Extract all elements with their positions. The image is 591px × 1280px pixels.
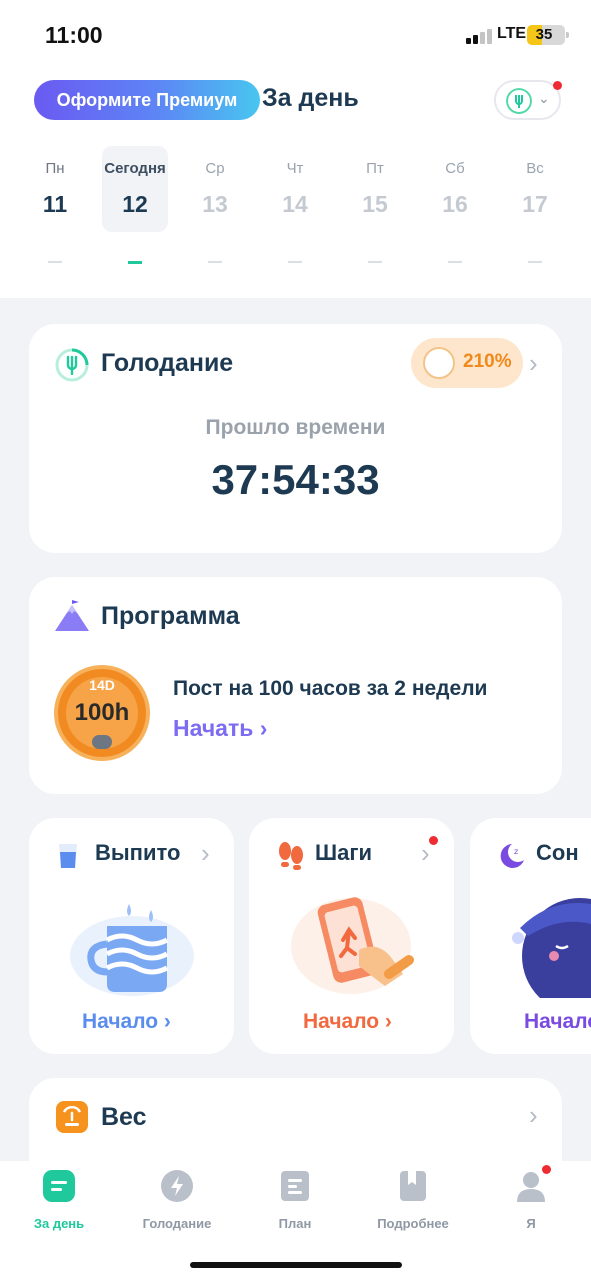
fasting-progress-pill[interactable]: 210% — [411, 338, 523, 388]
day-name: Пт — [366, 160, 384, 177]
water-card[interactable]: Выпито › Начало › — [29, 818, 234, 1054]
plan-icon — [281, 1171, 309, 1201]
elapsed-timer: 37:54:33 — [211, 456, 380, 503]
day-indicator — [48, 261, 62, 263]
program-name: Пост на 100 часов за 2 недели — [173, 677, 488, 700]
day-icon — [43, 1170, 75, 1202]
day-name: Вс — [526, 160, 544, 177]
day-date: 11 — [42, 191, 68, 217]
day-name: Ср — [205, 160, 225, 177]
tab-label: За день — [33, 1216, 85, 1231]
day-name: Сб — [445, 160, 465, 177]
signal-icon — [466, 28, 492, 44]
day-sun[interactable]: Вс 17 — [502, 146, 568, 232]
program-title: Программа — [101, 602, 240, 630]
fasting-progress: 210% — [463, 351, 512, 372]
battery-icon: 35 — [527, 25, 569, 45]
notification-dot — [542, 1165, 551, 1174]
badge-hours: 100h — [74, 699, 130, 726]
day-name: Пн — [45, 160, 65, 177]
day-today[interactable]: Сегодня 12 — [102, 146, 168, 232]
day-indicator — [208, 261, 222, 263]
fasting-card[interactable]: Голодание 210% › Прошло времени 37:54:33 — [29, 324, 562, 553]
tab-plan[interactable]: План — [240, 1169, 350, 1231]
program-card[interactable]: Программа 14D 100h Пост на 100 часов за … — [29, 577, 562, 794]
day-indicator — [448, 261, 462, 263]
day-wed[interactable]: Ср 13 — [182, 146, 248, 232]
sleep-start-link[interactable]: Начало — [524, 1010, 591, 1034]
notification-dot — [553, 81, 562, 90]
day-indicator-active — [128, 261, 142, 264]
glass-icon — [59, 844, 77, 868]
elapsed-label: Прошло времени — [205, 416, 386, 439]
fork-icon — [55, 348, 89, 382]
water-start-link[interactable]: Начало › — [82, 1010, 171, 1034]
fork-icon — [506, 88, 532, 114]
day-fri[interactable]: Пт 15 — [342, 146, 408, 232]
network-label: LTE — [497, 25, 527, 42]
sleeping-moon-illustration — [512, 898, 591, 998]
page-title: За день — [262, 84, 359, 112]
moon-icon: z — [500, 844, 524, 868]
footsteps-icon — [279, 842, 303, 870]
home-indicator — [190, 1262, 402, 1268]
broom-icon — [423, 347, 455, 379]
day-date: 12 — [122, 191, 148, 217]
badge-duration: 14D — [89, 677, 115, 693]
day-thu[interactable]: Чт 14 — [262, 146, 328, 232]
status-time: 11:00 — [45, 22, 103, 48]
tab-label: Голодание — [142, 1216, 212, 1231]
steps-card[interactable]: Шаги › Начало › — [249, 818, 454, 1054]
water-title: Выпито — [95, 840, 181, 865]
tab-label: Я — [526, 1216, 536, 1231]
day-sat[interactable]: Сб 16 — [422, 146, 488, 232]
day-date: 15 — [362, 191, 388, 217]
chevron-right-icon: › — [201, 838, 210, 868]
lightning-icon — [161, 1170, 193, 1202]
day-date: 14 — [282, 191, 308, 217]
tab-label: Подробнее — [377, 1216, 449, 1231]
fasting-mode-button[interactable]: ⌄ — [494, 80, 561, 120]
mountain-icon — [55, 600, 89, 631]
program-badge: 14D 100h — [54, 665, 150, 761]
weight-title: Вес — [101, 1103, 147, 1131]
premium-button[interactable]: Оформите Премиум — [34, 80, 260, 120]
cutlery-icon — [92, 735, 112, 749]
bookmark-icon — [400, 1171, 426, 1201]
chevron-right-icon: › — [529, 348, 538, 378]
day-date: 17 — [522, 191, 548, 217]
chevron-down-icon: ⌄ — [538, 90, 550, 106]
battery-level: 35 — [535, 26, 553, 43]
mug-illustration — [70, 904, 194, 996]
phone-steps-illustration — [291, 897, 414, 994]
fasting-title: Голодание — [101, 349, 234, 377]
chevron-right-icon: › — [529, 1100, 538, 1130]
day-name: Сегодня — [104, 160, 166, 177]
scale-icon — [56, 1101, 88, 1133]
day-mon[interactable]: Пн 11 — [22, 146, 88, 232]
steps-title: Шаги — [315, 840, 373, 865]
day-indicator — [288, 261, 302, 263]
sleep-title: Сон — [536, 840, 579, 865]
tab-more[interactable]: Подробнее — [358, 1169, 468, 1231]
notification-dot — [429, 836, 438, 845]
tab-fasting[interactable]: Голодание — [122, 1169, 232, 1231]
tab-label: План — [278, 1216, 312, 1231]
svg-text:z: z — [514, 847, 518, 856]
day-name: Чт — [286, 160, 304, 177]
chevron-right-icon: › — [421, 838, 430, 868]
tab-profile[interactable]: Я — [476, 1169, 586, 1231]
user-icon — [517, 1172, 545, 1202]
day-date: 13 — [202, 191, 228, 217]
day-indicator — [528, 261, 542, 263]
sleep-card[interactable]: z Сон Начало — [470, 818, 591, 1054]
tab-today[interactable]: За день — [4, 1169, 114, 1231]
day-date: 16 — [442, 191, 468, 217]
steps-start-link[interactable]: Начало › — [303, 1010, 392, 1034]
program-start-link[interactable]: Начать › — [173, 715, 267, 742]
day-indicator — [368, 261, 382, 263]
